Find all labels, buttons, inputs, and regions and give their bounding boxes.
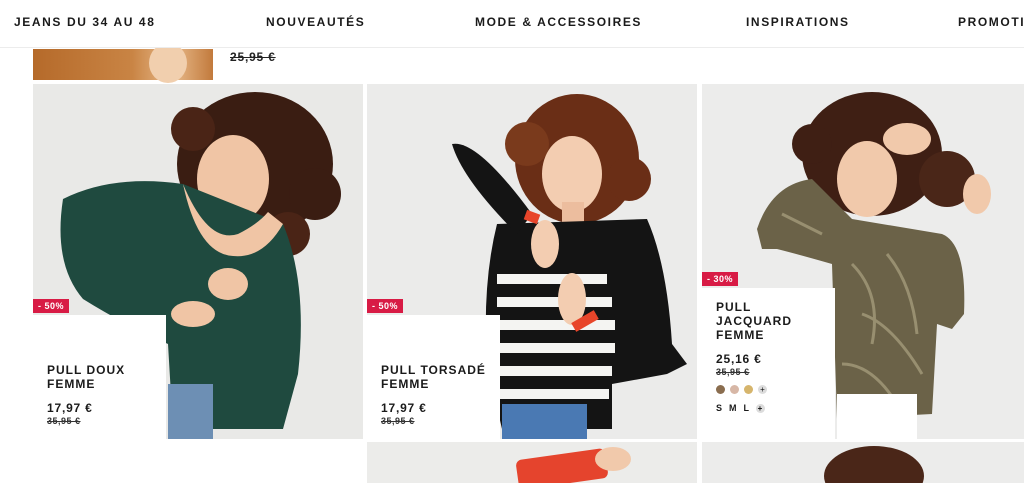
product-card-pull-doux[interactable]: - 50% PULL DOUX FEMME 17,97 € 35,95 € — [33, 84, 363, 439]
size-l[interactable]: L — [744, 403, 751, 413]
top-navigation: JEANS DU 34 AU 48 NOUVEAUTÉS MODE & ACCE… — [0, 0, 1024, 48]
next-product-image[interactable] — [367, 442, 697, 483]
size-m[interactable]: M — [729, 403, 738, 413]
color-swatch-gold[interactable] — [744, 385, 753, 394]
product-card-pull-torsade[interactable]: - 50% PULL TORSADÉ FEMME 17,97 € 35,95 € — [367, 84, 697, 439]
color-swatch-pink[interactable] — [730, 385, 739, 394]
product-old-price: 35,95 € — [47, 416, 81, 426]
product-price: 17,97 € — [47, 401, 93, 415]
previous-product-image[interactable] — [33, 43, 213, 83]
product-name[interactable]: PULL DOUX FEMME — [47, 363, 152, 391]
nav-jeans[interactable]: JEANS DU 34 AU 48 — [14, 15, 155, 29]
nav-inspirations[interactable]: INSPIRATIONS — [746, 15, 850, 29]
size-list: S M L + — [716, 403, 821, 413]
product-name[interactable]: PULL JACQUARD FEMME — [716, 300, 806, 342]
nav-nouveautes[interactable]: NOUVEAUTÉS — [266, 15, 365, 29]
plus-icon[interactable]: + — [758, 385, 767, 394]
discount-badge: - 30% — [702, 272, 739, 286]
product-info: PULL DOUX FEMME 17,97 € 35,95 € — [33, 315, 166, 439]
product-name[interactable]: PULL TORSADÉ FEMME — [381, 363, 486, 391]
discount-badge: - 50% — [367, 299, 404, 313]
color-swatches: + — [716, 385, 821, 394]
previous-product-old-price: 25,95 € — [230, 50, 276, 64]
nav-mode-accessoires[interactable]: MODE & ACCESSOIRES — [475, 15, 642, 29]
nav-promotions[interactable]: PROMOTIONS — [958, 15, 1024, 29]
product-price: 17,97 € — [381, 401, 427, 415]
color-swatch-brown[interactable] — [716, 385, 725, 394]
product-card-pull-jacquard[interactable]: - 30% PULL JACQUARD FEMME 25,16 € 35,95 … — [702, 84, 1024, 439]
plus-icon[interactable]: + — [756, 403, 766, 413]
product-old-price: 35,95 € — [716, 367, 750, 377]
size-s[interactable]: S — [716, 403, 723, 413]
product-info: PULL TORSADÉ FEMME 17,97 € 35,95 € — [367, 315, 500, 439]
discount-badge: - 50% — [33, 299, 70, 313]
product-old-price: 35,95 € — [381, 416, 415, 426]
product-price: 25,16 € — [716, 352, 762, 366]
next-product-image[interactable] — [702, 442, 1024, 483]
product-info: PULL JACQUARD FEMME 25,16 € 35,95 € + S … — [702, 288, 835, 439]
